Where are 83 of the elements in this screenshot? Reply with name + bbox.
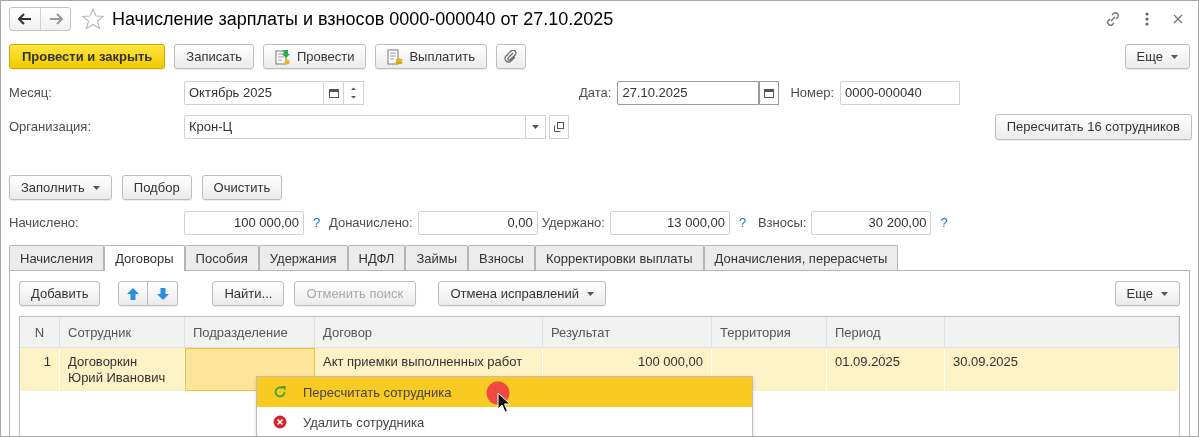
column-header[interactable]: Результат bbox=[543, 317, 712, 348]
help-link[interactable]: ? bbox=[313, 215, 323, 230]
tab[interactable]: НДФЛ bbox=[347, 245, 406, 270]
tab[interactable]: Доначисления, перерасчеты bbox=[703, 245, 899, 270]
forward-arrow-icon bbox=[48, 13, 63, 25]
total-field: 13 000,00 bbox=[609, 210, 730, 235]
paperclip-icon bbox=[503, 49, 518, 64]
down-arrow-icon bbox=[156, 287, 169, 300]
open-button[interactable] bbox=[549, 114, 569, 139]
table-cell: 01.09.2025 bbox=[827, 348, 945, 391]
move-down-button[interactable] bbox=[148, 281, 179, 306]
tab[interactable]: Взносы bbox=[468, 245, 535, 270]
help-link[interactable]: ? bbox=[738, 215, 749, 230]
move-up-button[interactable] bbox=[118, 281, 149, 306]
tab[interactable]: Договоры bbox=[104, 245, 185, 271]
calendar-button[interactable] bbox=[759, 80, 780, 105]
document-coins-icon bbox=[387, 48, 404, 65]
open-window-icon bbox=[554, 121, 564, 132]
add-button[interactable]: Добавить bbox=[19, 281, 101, 306]
back-arrow-icon bbox=[18, 13, 32, 25]
close-icon[interactable] bbox=[1172, 13, 1184, 25]
pay-button[interactable]: Выплатить bbox=[375, 44, 487, 69]
column-header[interactable]: Сотрудник bbox=[60, 317, 185, 348]
tab[interactable]: Удержания bbox=[258, 245, 348, 270]
menu-item[interactable]: Пересчитать сотрудника bbox=[257, 377, 752, 407]
caret-icon bbox=[532, 124, 539, 129]
caret-icon bbox=[587, 291, 595, 296]
column-header[interactable]: N bbox=[20, 317, 60, 348]
caret-icon bbox=[92, 185, 100, 190]
number-field[interactable]: 0000-000040 bbox=[840, 80, 961, 105]
date-field[interactable]: 27.10.2025 bbox=[617, 80, 760, 105]
fill-toolbar-button[interactable]: Подбор bbox=[121, 175, 192, 200]
calendar-button[interactable] bbox=[324, 80, 344, 105]
tab[interactable]: Займы bbox=[405, 245, 469, 270]
organization-field[interactable]: Крон-Ц bbox=[184, 114, 526, 139]
more-button[interactable]: Еще bbox=[1114, 281, 1180, 306]
fill-toolbar-button[interactable]: Заполнить bbox=[9, 175, 112, 200]
delete-icon bbox=[273, 415, 287, 429]
post-button[interactable]: Провести bbox=[262, 44, 367, 69]
total-field: 30 200,00 bbox=[811, 210, 932, 235]
month-label: Месяц: bbox=[9, 85, 53, 100]
calendar-icon bbox=[328, 87, 339, 98]
save-button[interactable]: Записать bbox=[174, 44, 254, 69]
table-cell: 30.09.2025 bbox=[945, 348, 1179, 391]
tab[interactable]: Корректировки выплаты bbox=[534, 245, 704, 270]
up-arrow-icon bbox=[127, 287, 140, 300]
more-icon[interactable] bbox=[1144, 11, 1150, 27]
link-icon[interactable] bbox=[1104, 10, 1122, 28]
caret-icon bbox=[1171, 54, 1178, 59]
column-header[interactable]: Подразделение bbox=[185, 317, 315, 348]
attach-button[interactable] bbox=[495, 44, 526, 69]
calendar-icon bbox=[764, 87, 775, 98]
menu-item[interactable]: Удалить сотрудника bbox=[257, 407, 752, 436]
tab[interactable]: Пособия bbox=[184, 245, 259, 270]
total-field: 0,00 bbox=[417, 210, 538, 235]
star-icon[interactable] bbox=[82, 8, 104, 30]
table-cell: 1 bbox=[20, 348, 60, 391]
table-cell: Договоркин Юрий Иванович bbox=[60, 348, 185, 391]
tab[interactable]: Начисления bbox=[9, 245, 105, 270]
total-field: 100 000,00 bbox=[184, 210, 304, 235]
date-label: Дата: bbox=[579, 85, 612, 100]
more-button[interactable]: Еще bbox=[1124, 44, 1190, 69]
caret-icon bbox=[1161, 291, 1168, 296]
column-header[interactable]: Период bbox=[827, 317, 945, 348]
help-link[interactable]: ? bbox=[940, 215, 951, 230]
window-title: Начисление зарплаты и взносов 0000-000040 от 27.10.2025 bbox=[112, 8, 614, 30]
find-button[interactable]: Найти... bbox=[212, 281, 285, 306]
organization-label: Организация: bbox=[9, 119, 93, 134]
recalculate-button[interactable]: Пересчитать 16 сотрудников bbox=[994, 113, 1192, 140]
undo-changes-button[interactable]: Отмена исправлений bbox=[438, 281, 607, 306]
dropdown-button[interactable] bbox=[526, 114, 546, 139]
column-header[interactable]: Территория bbox=[712, 317, 827, 348]
column-header[interactable]: Договор bbox=[315, 317, 543, 348]
total-label: Удержано: bbox=[541, 215, 605, 230]
post-and-close-button[interactable]: Провести и закрыть bbox=[9, 44, 166, 69]
refresh-icon bbox=[273, 385, 287, 399]
total-label: Доначислено: bbox=[329, 215, 413, 230]
total-label: Взносы: bbox=[757, 215, 807, 230]
month-field[interactable]: Октябрь 2025 bbox=[184, 80, 324, 105]
fill-toolbar-button[interactable]: Очистить bbox=[201, 175, 283, 200]
number-label: Номер: bbox=[790, 85, 835, 100]
total-label: Начислено: bbox=[9, 215, 80, 230]
document-arrow-icon bbox=[274, 48, 291, 65]
